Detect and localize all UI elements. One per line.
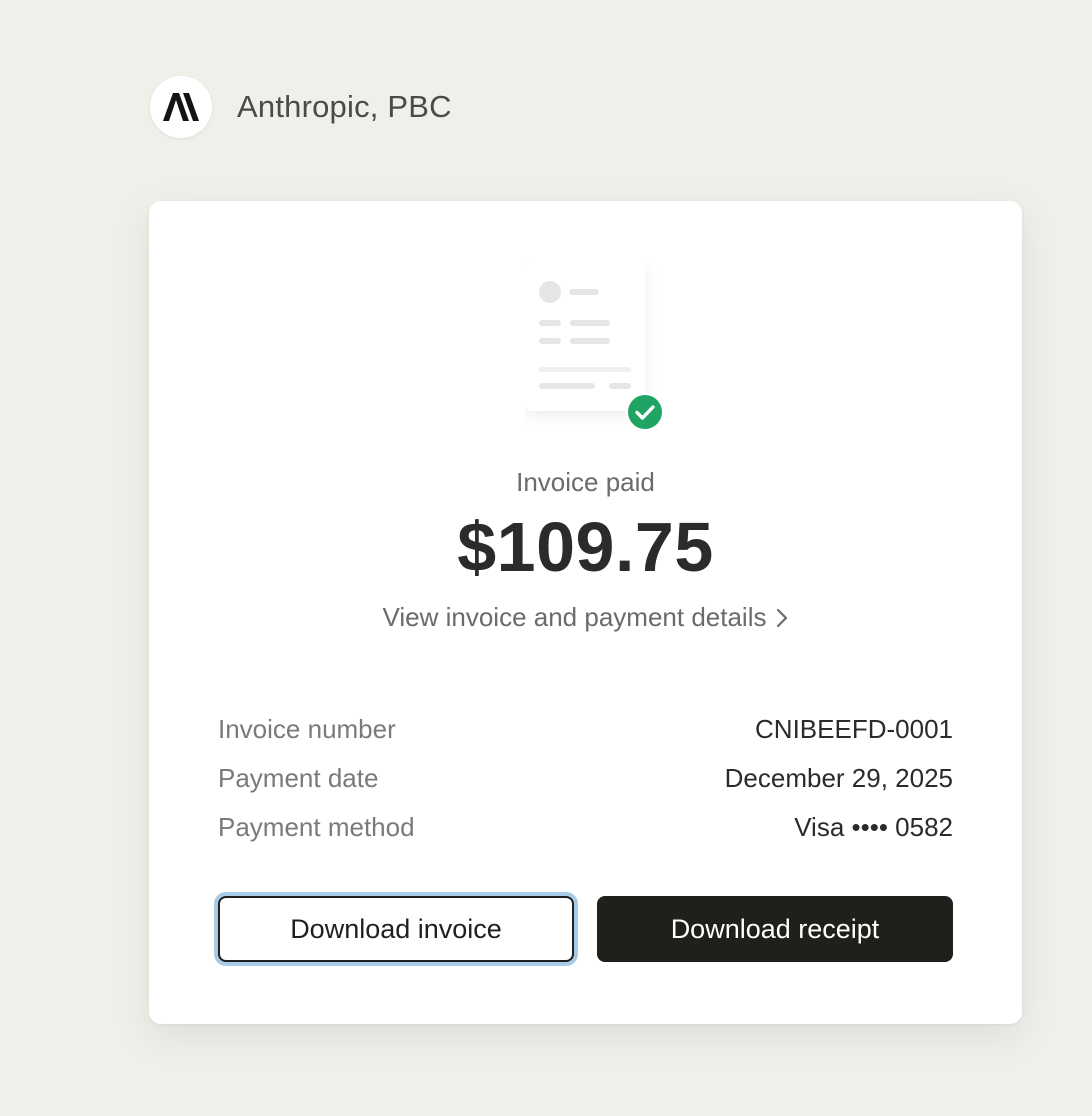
detail-label: Invoice number <box>218 714 396 744</box>
invoice-document-illustration <box>525 263 669 433</box>
download-receipt-button[interactable]: Download receipt <box>597 896 953 962</box>
detail-value: Visa •••• 0582 <box>794 812 953 842</box>
anthropic-logo <box>150 76 212 138</box>
invoice-status: Invoice paid <box>516 467 655 497</box>
invoice-amount: $109.75 <box>457 508 714 586</box>
check-circle-icon <box>625 392 665 432</box>
detail-value: CNIBEEFD-0001 <box>755 714 953 744</box>
detail-row-payment-method: Payment method Visa •••• 0582 <box>218 803 953 852</box>
view-details-link[interactable]: View invoice and payment details <box>149 602 1022 635</box>
chevron-right-icon <box>776 604 788 635</box>
detail-row-payment-date: Payment date December 29, 2025 <box>218 754 953 803</box>
view-details-label: View invoice and payment details <box>382 602 767 632</box>
invoice-details-list: Invoice number CNIBEEFD-0001 Payment dat… <box>218 705 953 852</box>
detail-value: December 29, 2025 <box>724 763 953 793</box>
invoice-card: Invoice paid $109.75 View invoice and pa… <box>149 201 1022 1024</box>
detail-row-invoice-number: Invoice number CNIBEEFD-0001 <box>218 705 953 754</box>
detail-label: Payment date <box>218 763 379 793</box>
download-invoice-button[interactable]: Download invoice <box>218 896 574 962</box>
merchant-header: Anthropic, PBC <box>150 76 452 138</box>
detail-label: Payment method <box>218 812 415 842</box>
anthropic-logo-icon <box>163 93 199 121</box>
company-name: Anthropic, PBC <box>237 89 452 124</box>
